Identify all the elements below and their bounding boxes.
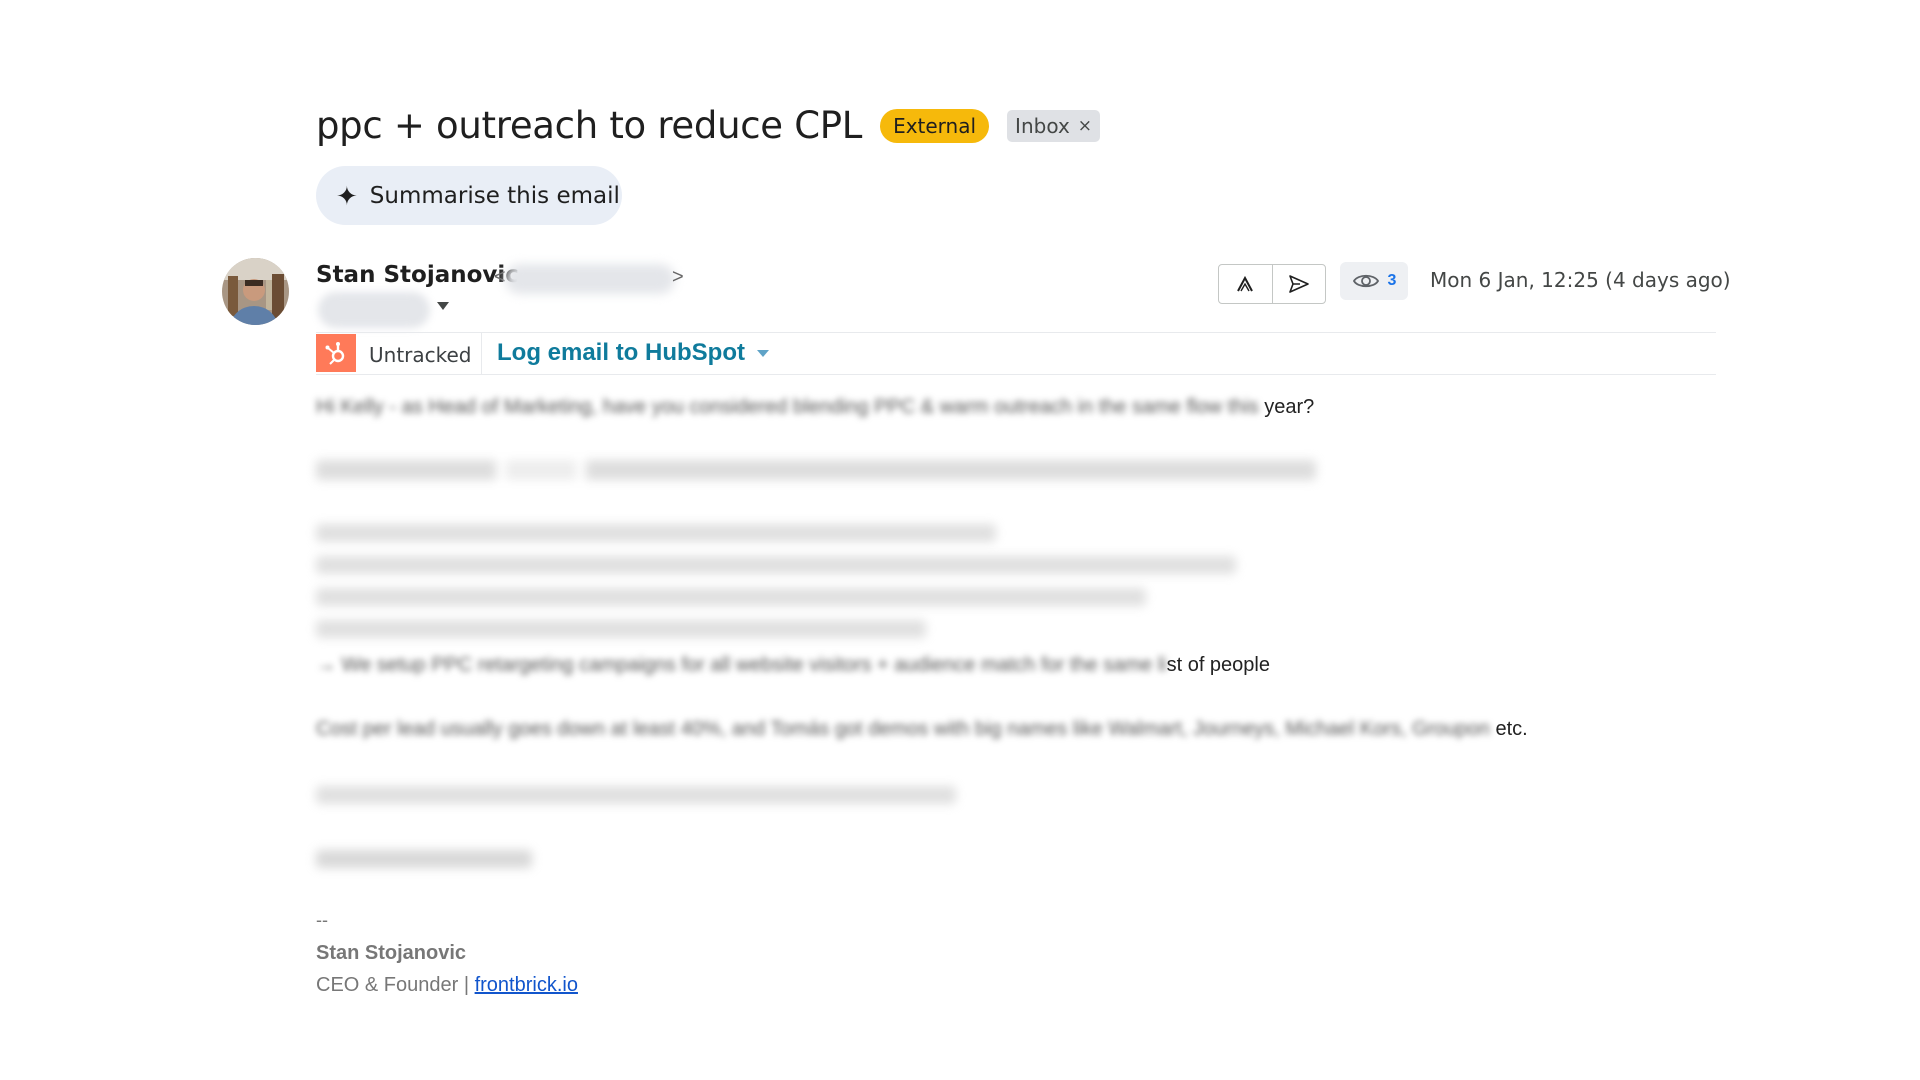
signature-name: Stan Stojanovic <box>316 942 467 964</box>
eye-icon <box>1352 274 1379 288</box>
avatar[interactable] <box>222 258 289 325</box>
body-line-bullet: → We setup PPC retargeting campaigns for… <box>316 654 1270 677</box>
redacted-text: → We setup PPC retargeting campaigns for… <box>316 654 1167 676</box>
signature-role: CEO & Founder | <box>316 974 475 996</box>
redacted-line <box>316 850 532 868</box>
subject-row: ppc + outreach to reduce CPL External In… <box>316 104 1101 147</box>
external-badge: External <box>880 108 990 143</box>
divider <box>316 374 1716 375</box>
remove-label-icon[interactable]: × <box>1078 116 1092 136</box>
hubspot-logo-icon <box>316 334 356 372</box>
email-date: Mon 6 Jan, 12:25 (4 days ago) <box>1430 268 1731 292</box>
visible-text: etc. <box>1489 718 1528 740</box>
redacted-bullet <box>316 524 996 542</box>
inbox-label-text: Inbox <box>1015 113 1070 138</box>
divider <box>481 332 482 374</box>
signature-title: CEO & Founder | frontbrick.io <box>316 974 578 997</box>
caret-up-button[interactable] <box>1219 265 1272 303</box>
chevron-down-icon[interactable] <box>756 349 769 357</box>
log-to-hubspot-button[interactable]: Log email to HubSpot <box>497 339 769 367</box>
signature-website-link[interactable]: frontbrick.io <box>475 974 578 996</box>
summarise-button[interactable]: ✦ Summarise this email <box>316 166 622 225</box>
sender-email-close: > <box>672 266 684 288</box>
recipient-redacted <box>318 292 430 328</box>
log-to-hubspot-label: Log email to HubSpot <box>497 339 745 366</box>
redacted-bullet <box>316 588 1146 606</box>
sparkle-icon: ✦ <box>336 180 358 211</box>
tracking-status: Untracked <box>369 343 472 367</box>
email-subject: ppc + outreach to reduce CPL <box>316 104 863 147</box>
send-icon <box>1288 275 1309 293</box>
sender-email-redacted <box>505 264 675 294</box>
redacted-line <box>316 786 956 804</box>
view-count: 3 <box>1387 272 1397 289</box>
redacted-bullet <box>316 620 926 638</box>
redacted-line <box>316 460 1316 480</box>
send-button[interactable] <box>1271 265 1326 303</box>
inbox-label[interactable]: Inbox × <box>1007 109 1101 142</box>
visible-text: year? <box>1258 396 1315 418</box>
visible-text: st of people <box>1166 654 1270 676</box>
recipient-details-chevron-icon[interactable] <box>437 302 449 310</box>
redacted-text: Cost per lead usually goes down at least… <box>316 718 1490 740</box>
divider <box>316 332 1716 333</box>
sender-email-open: < <box>494 266 506 288</box>
summarise-label: Summarise this email <box>369 182 620 209</box>
redacted-bullet <box>316 556 1236 574</box>
redacted-text: Hi Kelly - as Head of Marketing, have yo… <box>316 396 1259 418</box>
signature-separator: -- <box>316 910 328 930</box>
body-line-cost: Cost per lead usually goes down at least… <box>316 718 1528 741</box>
body-line-greeting: Hi Kelly - as Head of Marketing, have yo… <box>316 396 1314 419</box>
email-action-group <box>1218 264 1326 304</box>
sender-name: Stan Stojanovic <box>316 262 519 288</box>
caret-up-icon <box>1237 275 1254 292</box>
view-count-badge[interactable]: 3 <box>1340 262 1408 300</box>
